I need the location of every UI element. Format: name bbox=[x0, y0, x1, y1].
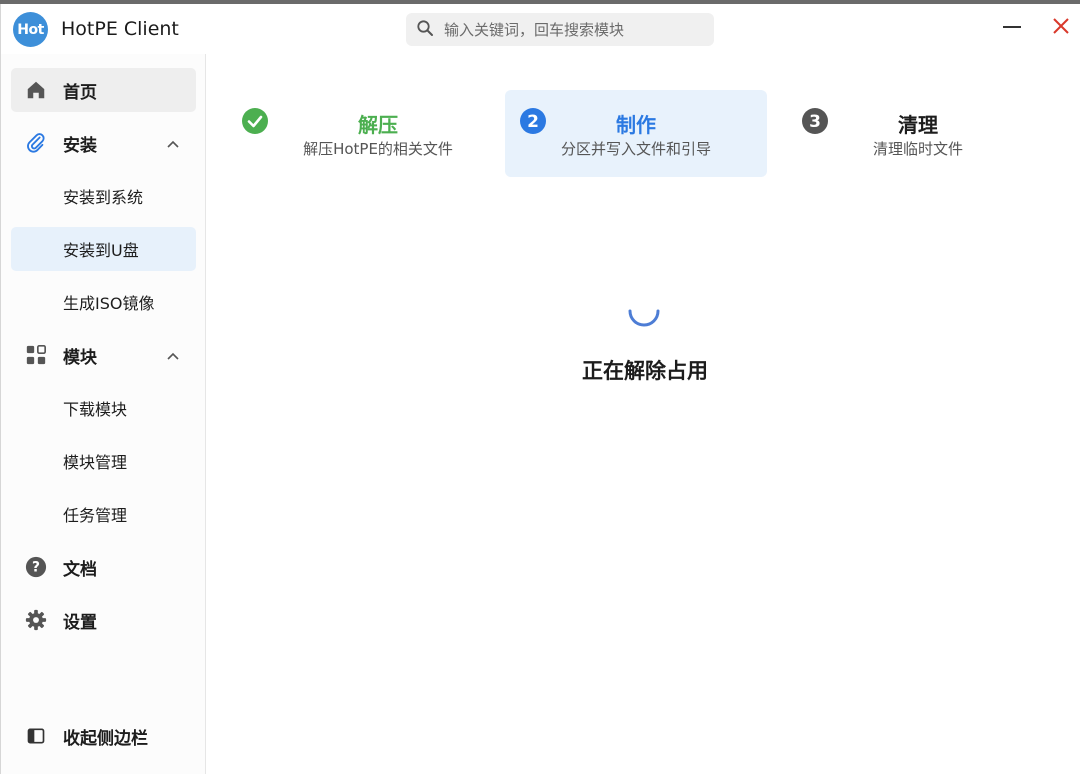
sidebar: 首页 安装 安装到系统 安装到U盘 生成ISO镜像 模块 下载模块 模块管理 任… bbox=[1, 54, 206, 774]
sidebar-item-install-to-system[interactable]: 安装到系统 bbox=[11, 174, 196, 218]
app-title: HotPE Client bbox=[61, 18, 179, 40]
collapse-sidebar-label: 收起侧边栏 bbox=[63, 728, 148, 749]
sidebar-item-label: 文档 bbox=[63, 559, 97, 580]
sidebar-item-task-management[interactable]: 任务管理 bbox=[11, 492, 196, 536]
search-placeholder: 输入关键词，回车搜索模块 bbox=[444, 21, 625, 39]
sidebar-item-modules[interactable]: 模块 bbox=[11, 333, 196, 377]
minimize-icon[interactable] bbox=[1003, 26, 1021, 28]
step-title: 制作 bbox=[616, 113, 656, 137]
step-subtitle: 解压HotPE的相关文件 bbox=[303, 140, 453, 158]
collapse-sidebar-button[interactable]: 收起侧边栏 bbox=[11, 714, 196, 758]
chevron-up-icon[interactable] bbox=[166, 136, 180, 150]
home-icon bbox=[24, 79, 48, 101]
sidebar-item-build-iso[interactable]: 生成ISO镜像 bbox=[11, 280, 196, 324]
app-window: Hot HotPE Client 输入关键词，回车搜索模块 首页 安装 安装到系… bbox=[0, 4, 1080, 774]
status-text: 正在解除占用 bbox=[582, 359, 708, 383]
help-icon: ? bbox=[24, 556, 48, 578]
search-icon bbox=[416, 19, 434, 41]
sidebar-item-label: 安装 bbox=[63, 135, 97, 156]
sidebar-item-label: 下载模块 bbox=[63, 400, 128, 419]
step-extract: 解压 解压HotPE的相关文件 bbox=[227, 90, 489, 177]
sidebar-item-label: 模块管理 bbox=[63, 453, 128, 472]
sidebar-item-module-management[interactable]: 模块管理 bbox=[11, 439, 196, 483]
sidebar-item-install[interactable]: 安装 bbox=[11, 121, 196, 165]
step-cleanup: 3 清理 清理临时文件 bbox=[787, 90, 1049, 177]
sidebar-item-label: 模块 bbox=[63, 347, 97, 368]
search-input[interactable]: 输入关键词，回车搜索模块 bbox=[406, 13, 714, 46]
sidebar-item-label: 首页 bbox=[63, 82, 97, 103]
chevron-up-icon[interactable] bbox=[166, 348, 180, 362]
sidebar-item-label: 安装到系统 bbox=[63, 188, 144, 207]
sidebar-item-settings[interactable]: 设置 bbox=[11, 598, 196, 642]
svg-text:?: ? bbox=[32, 560, 40, 576]
step-subtitle: 分区并写入文件和引导 bbox=[560, 140, 711, 158]
step-title: 解压 bbox=[358, 113, 398, 137]
app-logo: Hot bbox=[13, 12, 48, 47]
apps-icon bbox=[24, 344, 48, 366]
gear-icon bbox=[24, 609, 48, 631]
step-title: 清理 bbox=[898, 113, 938, 137]
sidebar-toggle-icon bbox=[24, 725, 48, 747]
sidebar-item-download-modules[interactable]: 下载模块 bbox=[11, 386, 196, 430]
title-bar: Hot HotPE Client 输入关键词，回车搜索模块 bbox=[1, 4, 1080, 54]
sidebar-item-label: 生成ISO镜像 bbox=[63, 294, 155, 313]
step-make: 2 制作 分区并写入文件和引导 bbox=[505, 90, 767, 177]
sidebar-item-home[interactable]: 首页 bbox=[11, 68, 196, 112]
paperclip-icon bbox=[24, 132, 48, 154]
sidebar-item-label: 安装到U盘 bbox=[63, 241, 139, 260]
sidebar-item-label: 任务管理 bbox=[63, 506, 128, 525]
close-icon[interactable] bbox=[1051, 16, 1071, 36]
sidebar-item-label: 设置 bbox=[63, 612, 97, 633]
loading-spinner-icon bbox=[625, 292, 663, 330]
step-subtitle: 清理临时文件 bbox=[872, 140, 963, 158]
sidebar-item-docs[interactable]: ? 文档 bbox=[11, 545, 196, 589]
sidebar-item-install-to-usb[interactable]: 安装到U盘 bbox=[11, 227, 196, 271]
